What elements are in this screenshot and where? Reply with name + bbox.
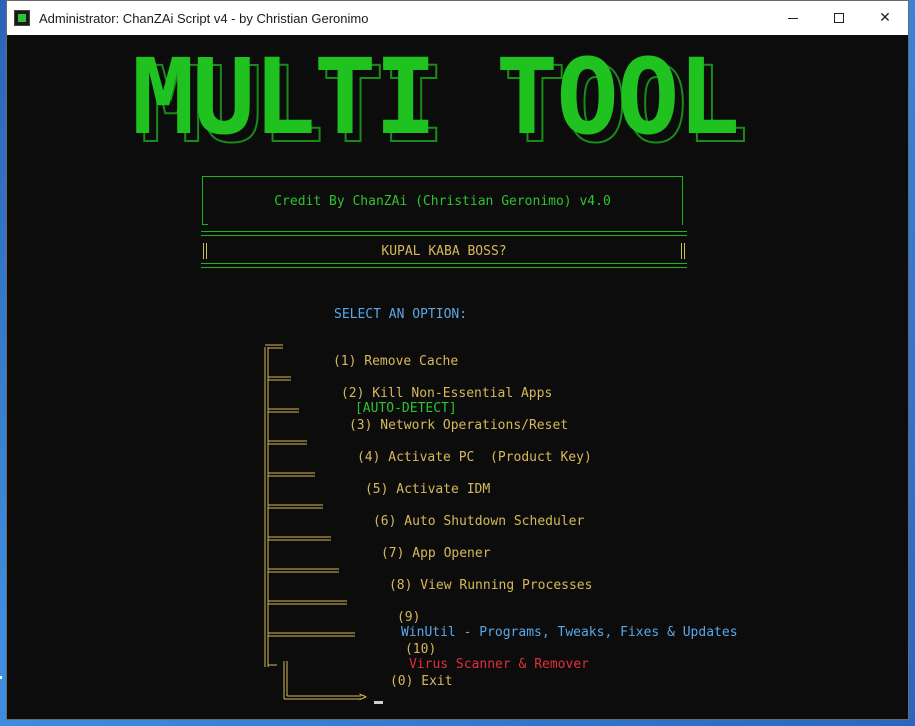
minimize-icon (788, 17, 798, 19)
text-cursor (374, 701, 383, 704)
multi-tool-banner: MULTI TOOL MULTI TOOL (132, 41, 749, 147)
subtitle-row: KUPAL KABA BOSS? (201, 241, 687, 261)
banner-text: MULTI TOOL (132, 41, 738, 147)
credit-box: Credit By ChanZAi (Christian Geronimo) v… (202, 176, 683, 225)
terminal-window: Administrator: ChanZAi Script v4 - by Ch… (6, 0, 909, 720)
menu-item-4-label: (4) Activate PC (Product Key) (356, 450, 592, 465)
maximize-button[interactable] (816, 1, 862, 35)
credit-text: Credit By ChanZAi (Christian Geronimo) v… (274, 193, 611, 209)
console-area[interactable]: MULTI TOOL MULTI TOOL Credit By ChanZAi … (7, 35, 908, 719)
subtitle-bar-left (203, 243, 207, 259)
prompt-arrow: > (359, 690, 367, 705)
menu-item-6-label: (6) Auto Shutdown Scheduler (372, 514, 585, 529)
menu-item-2-label: (2) Kill Non-Essential Apps (340, 386, 553, 401)
subtitle-bar-right (681, 243, 685, 259)
menu-item-9-number: (9) (396, 610, 421, 625)
title-bar[interactable]: Administrator: ChanZAi Script v4 - by Ch… (7, 1, 908, 35)
menu-item-10-number: (10) (404, 642, 437, 657)
subtitle-text: KUPAL KABA BOSS? (381, 243, 507, 259)
divider-bottom (201, 263, 687, 268)
menu-item-exit-label: (0) Exit (389, 674, 453, 689)
menu-item-1-label: (1) Remove Cache (332, 354, 459, 369)
close-button[interactable]: ✕ (862, 1, 908, 35)
menu-item-8-label: (8) View Running Processes (388, 578, 593, 593)
menu-item-7-label: (7) App Opener (380, 546, 491, 561)
desktop-edge-mark (0, 676, 2, 679)
minimize-button[interactable] (770, 1, 816, 35)
terminal-app-icon (14, 10, 30, 26)
divider-top (201, 231, 687, 236)
close-icon: ✕ (879, 10, 891, 26)
maximize-icon (834, 13, 844, 23)
window-controls: ✕ (770, 1, 908, 35)
window-title: Administrator: ChanZAi Script v4 - by Ch… (39, 10, 369, 26)
menu-item-3-label: (3) Network Operations/Reset (348, 418, 569, 433)
menu-heading: SELECT AN OPTION: (334, 307, 468, 322)
menu-item-5-label: (5) Activate IDM (364, 482, 491, 497)
